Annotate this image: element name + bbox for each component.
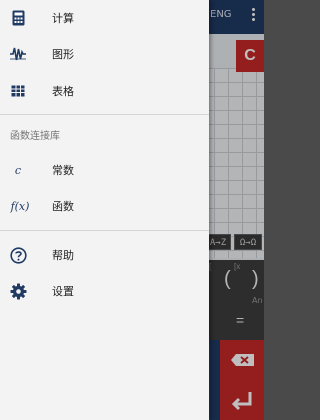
drawer-divider: [0, 230, 209, 231]
drawer-item-label: 计算: [52, 12, 74, 25]
table-icon: [9, 82, 27, 100]
drawer-item-label: 表格: [52, 85, 74, 98]
drawer-item-table[interactable]: 表格: [0, 73, 209, 109]
function-fx-icon-text: f(x): [10, 199, 30, 213]
function-fx-icon: f(x): [7, 197, 33, 215]
graph-wave-icon: [9, 45, 27, 63]
drawer-divider: [0, 114, 209, 115]
calculator-icon: [9, 9, 27, 27]
drawer-item-help[interactable]: 帮助: [0, 237, 209, 273]
drawer-item-label: 设置: [52, 285, 74, 298]
navigation-drawer: 计算 图形 表格 函数连接库 c 常数 f(x) 函数 帮助 设置: [0, 0, 209, 420]
help-icon: [9, 246, 27, 264]
drawer-item-label: 常数: [52, 164, 74, 177]
drawer-scrim[interactable]: [209, 0, 264, 420]
drawer-item-graph[interactable]: 图形: [0, 36, 209, 72]
drawer-item-calculate[interactable]: 计算: [0, 0, 209, 36]
constant-c-icon-text: c: [14, 163, 22, 177]
settings-gear-icon: [9, 282, 27, 300]
drawer-item-label: 帮助: [52, 249, 74, 262]
drawer-item-label: 函数: [52, 200, 74, 213]
drawer-item-functions[interactable]: f(x) 函数: [0, 188, 209, 224]
function-library-header: 函数连接库: [10, 131, 60, 142]
constant-c-icon: c: [9, 161, 27, 179]
drawer-item-settings[interactable]: 设置: [0, 273, 209, 309]
drawer-item-constants[interactable]: c 常数: [0, 152, 209, 188]
drawer-item-label: 图形: [52, 48, 74, 61]
